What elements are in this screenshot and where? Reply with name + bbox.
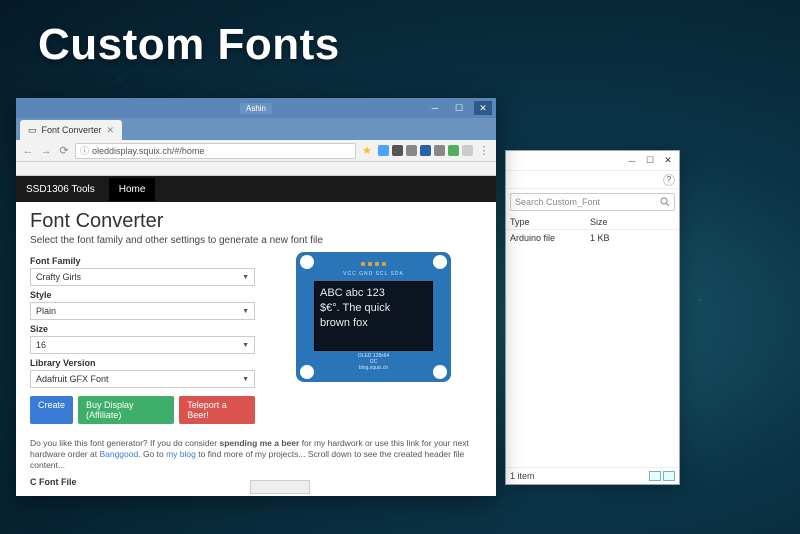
font-preview: VCC GND SCL SDA ABC abc 123 $€°. The qui… [265,252,482,424]
explorer-search[interactable]: Search Custom_Font [510,193,675,211]
minimize-icon[interactable]: ─ [627,156,637,166]
chevron-down-icon: ▼ [242,376,249,383]
page-subtitle: Select the font family and other setting… [30,235,482,246]
address-bar[interactable]: ⓘ oleddisplay.squix.ch/#/home [75,143,356,159]
explorer-toolbar: ? [506,171,679,189]
page-title: Font Converter [30,210,482,233]
close-icon[interactable]: ✕ [474,101,492,115]
oled-screen: ABC abc 123 $€°. The quick brown fox [314,281,433,351]
extension-icon[interactable] [420,145,431,156]
buy-display-button[interactable]: Buy Display (Affiliate) [78,396,174,424]
create-button[interactable]: Create [30,396,73,424]
label-library: Library Version [30,358,255,368]
mounting-hole [300,365,314,379]
footer-text: Do you like this font generator? If you … [30,438,219,448]
bookmarks-bar [16,162,496,176]
mounting-hole [300,255,314,269]
tab-title: Font Converter [42,125,102,135]
preview-line: $€°. The quick [320,301,427,316]
close-icon[interactable]: ✕ [663,155,673,166]
pin-labels: VCC GND SCL SDA [304,271,443,277]
explorer-window: ─ ☐ ✕ ? Search Custom_Font Type Size Ard… [505,150,680,485]
mounting-hole [433,365,447,379]
search-icon [660,197,670,207]
browser-tab[interactable]: ▭ Font Converter ✕ [20,120,122,140]
cell-size: 1 KB [590,233,610,243]
label-style: Style [30,290,255,300]
extension-icon[interactable] [392,145,403,156]
address-bar-row: ← → ⟳ ⓘ oleddisplay.squix.ch/#/home ★ ⋮ [16,140,496,162]
cell-type: Arduino file [510,233,590,243]
chevron-down-icon: ▼ [242,342,249,349]
search-placeholder: Search Custom_Font [515,197,600,207]
chevron-down-icon: ▼ [242,274,249,281]
board-label: OLED 128x64 I2C blog.squix.ch [304,353,443,371]
select-size[interactable]: 16 ▼ [30,336,255,354]
select-value: Plain [36,306,56,316]
header-pins [322,262,425,270]
slide-title: Custom Fonts [38,20,340,70]
extension-icon[interactable] [448,145,459,156]
taskbar-peek [250,480,310,494]
label-font-family: Font Family [30,256,255,266]
extension-icon[interactable] [434,145,445,156]
col-size[interactable]: Size [590,217,608,227]
help-icon[interactable]: ? [663,174,675,186]
site-navbar: SSD1306 Tools Home [16,176,496,202]
view-large-icon[interactable] [663,471,675,481]
explorer-titlebar: ─ ☐ ✕ [506,151,679,171]
extension-icon[interactable] [406,145,417,156]
board-label-line: blog.squix.ch [304,365,443,371]
select-library[interactable]: Adafruit GFX Font ▼ [30,370,255,388]
explorer-statusbar: 1 item [506,467,679,484]
select-font-family[interactable]: Crafty Girls ▼ [30,268,255,286]
mounting-hole [433,255,447,269]
browser-titlebar: Ashin ─ ☐ ✕ [16,98,496,118]
reload-icon[interactable]: ⟳ [57,144,71,158]
label-size: Size [30,324,255,334]
explorer-column-headers[interactable]: Type Size [506,215,679,230]
site-brand[interactable]: SSD1306 Tools [26,184,95,195]
back-icon[interactable]: ← [21,144,35,158]
extension-icon[interactable] [378,145,389,156]
form-fields: Font Family Crafty Girls ▼ Style Plain ▼… [30,252,255,424]
extension-icons [378,145,473,156]
footer-note: Do you like this font generator? If you … [30,438,482,471]
site-info-icon[interactable]: ⓘ [80,144,89,157]
oled-board: VCC GND SCL SDA ABC abc 123 $€°. The qui… [296,252,451,382]
select-style[interactable]: Plain ▼ [30,302,255,320]
list-item[interactable]: Arduino file 1 KB [506,230,679,246]
browser-window: Ashin ─ ☐ ✕ ▭ Font Converter ✕ ← → ⟳ ⓘ o… [16,98,496,496]
select-value: Crafty Girls [36,272,81,282]
chevron-down-icon: ▼ [242,308,249,315]
chrome-user-badge[interactable]: Ashin [240,103,272,114]
footer-text-bold: spending me a beer [219,438,299,448]
tab-strip: ▭ Font Converter ✕ [16,118,496,140]
teleport-beer-button[interactable]: Teleport a Beer! [179,396,255,424]
extension-icon[interactable] [462,145,473,156]
forward-icon[interactable]: → [39,144,53,158]
menu-icon[interactable]: ⋮ [477,144,491,158]
page-favicon: ▭ [28,125,37,136]
link-banggood[interactable]: Banggood [99,449,138,459]
preview-line: ABC abc 123 [320,286,427,301]
link-blog[interactable]: my blog [166,449,196,459]
preview-line: brown fox [320,316,427,331]
nav-home[interactable]: Home [109,178,156,201]
status-text: 1 item [510,471,535,481]
minimize-icon[interactable]: ─ [426,101,444,115]
footer-text: . Go to [138,449,166,459]
col-type[interactable]: Type [510,217,590,227]
url-text: oleddisplay.squix.ch/#/home [92,146,204,156]
page-content: Font Converter Select the font family an… [16,202,496,496]
maximize-icon[interactable]: ☐ [450,101,468,115]
tab-close-icon[interactable]: ✕ [107,125,115,136]
star-icon[interactable]: ★ [360,144,374,158]
select-value: Adafruit GFX Font [36,374,109,384]
maximize-icon[interactable]: ☐ [645,155,655,166]
select-value: 16 [36,340,46,350]
view-details-icon[interactable] [649,471,661,481]
